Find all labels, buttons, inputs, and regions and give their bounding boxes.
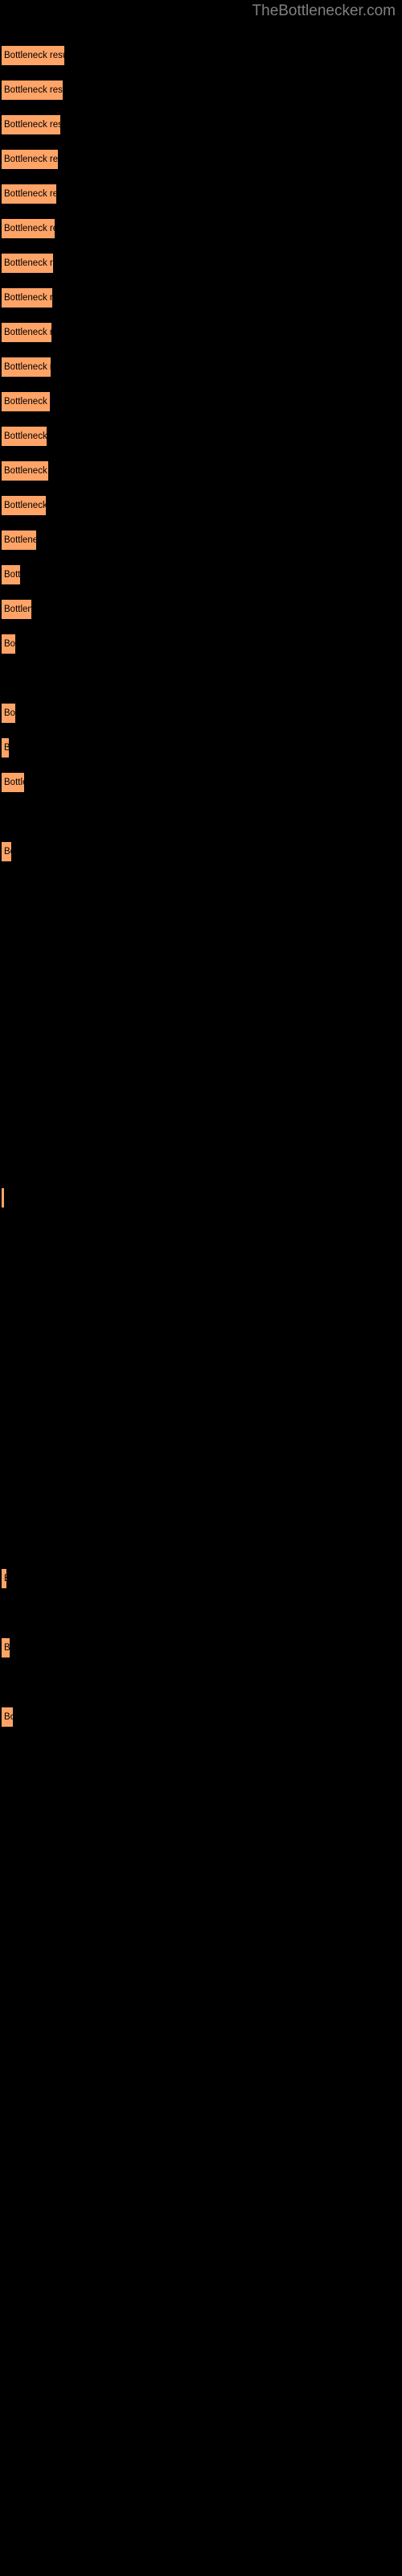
bar-item[interactable]: Bottleneck result bbox=[2, 634, 16, 654]
bar-label: Bottleneck result bbox=[4, 119, 60, 130]
bar-item[interactable]: Bottleneck result bbox=[2, 45, 65, 66]
bar-label: Bottleneck result bbox=[4, 500, 47, 510]
bar-label: Bottleneck result bbox=[4, 535, 36, 545]
bar-label: Bottleneck result bbox=[4, 431, 47, 441]
bar-label: Bottleneck result bbox=[4, 846, 11, 857]
bar-label: Bottleneck result bbox=[4, 85, 63, 95]
bar-item[interactable]: Bottleneck result bbox=[2, 149, 59, 170]
bar-label: Bottleneck result bbox=[2, 1574, 6, 1584]
bar-item[interactable]: Bottleneck result bbox=[2, 426, 47, 447]
bar-item[interactable]: Bottleneck result bbox=[2, 80, 64, 101]
bar-item[interactable]: Bottleneck result bbox=[2, 218, 55, 239]
bar-label: Bottleneck result bbox=[4, 742, 10, 753]
bar-label: Bottleneck result bbox=[4, 1642, 10, 1653]
bar-label: Bottleneck result bbox=[2, 1193, 4, 1203]
bar-label: Bottleneck result bbox=[4, 223, 55, 233]
bar-label: Bottleneck result bbox=[4, 361, 51, 372]
bar-item[interactable]: Bottleneck result bbox=[2, 530, 37, 551]
bar-item[interactable]: Bottleneck result bbox=[2, 391, 51, 412]
bar-item[interactable]: Bottleneck result bbox=[2, 1568, 7, 1589]
bar-item[interactable]: Bottleneck result bbox=[2, 1637, 10, 1658]
bar-label: Bottleneck result bbox=[4, 50, 64, 60]
bar-label: Bottleneck result bbox=[4, 327, 51, 337]
page-title: TheBottlenecker.com bbox=[252, 2, 396, 19]
bar-item[interactable]: Bottleneck result bbox=[2, 184, 57, 204]
bar-item[interactable]: Bottleneck result bbox=[2, 1707, 14, 1728]
bar-label: Bottleneck result bbox=[4, 465, 48, 476]
bar-item[interactable]: Bottleneck result bbox=[2, 1187, 5, 1208]
bar-item[interactable]: Bottleneck result bbox=[2, 287, 53, 308]
bar-label: Bottleneck result bbox=[4, 777, 24, 787]
bar-label: Bottleneck result bbox=[4, 396, 50, 407]
bar-item[interactable]: Bottleneck result bbox=[2, 114, 61, 135]
bar-label: Bottleneck result bbox=[4, 708, 16, 718]
bar-item[interactable]: Bottleneck result bbox=[2, 841, 12, 862]
bar-label: Bottleneck result bbox=[4, 604, 32, 614]
bottleneck-chart-page: TheBottlenecker.com Bottleneck result Bot… bbox=[0, 0, 402, 2576]
bar-label: Bottleneck result bbox=[4, 258, 53, 268]
bar-label: Bottleneck result bbox=[4, 292, 53, 303]
bar-item[interactable]: Bottleneck result bbox=[2, 253, 54, 274]
bar-label: Bottleneck result bbox=[4, 188, 56, 199]
bar-item[interactable]: Bottleneck result bbox=[2, 737, 10, 758]
bar-label: Bottleneck result bbox=[4, 569, 21, 580]
bar-item[interactable]: Bottleneck result bbox=[2, 357, 51, 378]
bar-label: Bottleneck result bbox=[4, 1711, 13, 1722]
bar-item[interactable]: Bottleneck result bbox=[2, 564, 21, 585]
bar-label: Bottleneck result bbox=[4, 154, 59, 164]
bar-item[interactable]: Bottleneck result bbox=[2, 772, 25, 793]
bar-item[interactable]: Bottleneck result bbox=[2, 460, 49, 481]
bar-item[interactable]: Bottleneck result bbox=[2, 495, 47, 516]
bar-label: Bottleneck result bbox=[4, 638, 16, 649]
bar-item[interactable]: Bottleneck result bbox=[2, 703, 16, 724]
bar-item[interactable]: Bottleneck result bbox=[2, 322, 52, 343]
bar-item[interactable]: Bottleneck result bbox=[2, 599, 32, 620]
